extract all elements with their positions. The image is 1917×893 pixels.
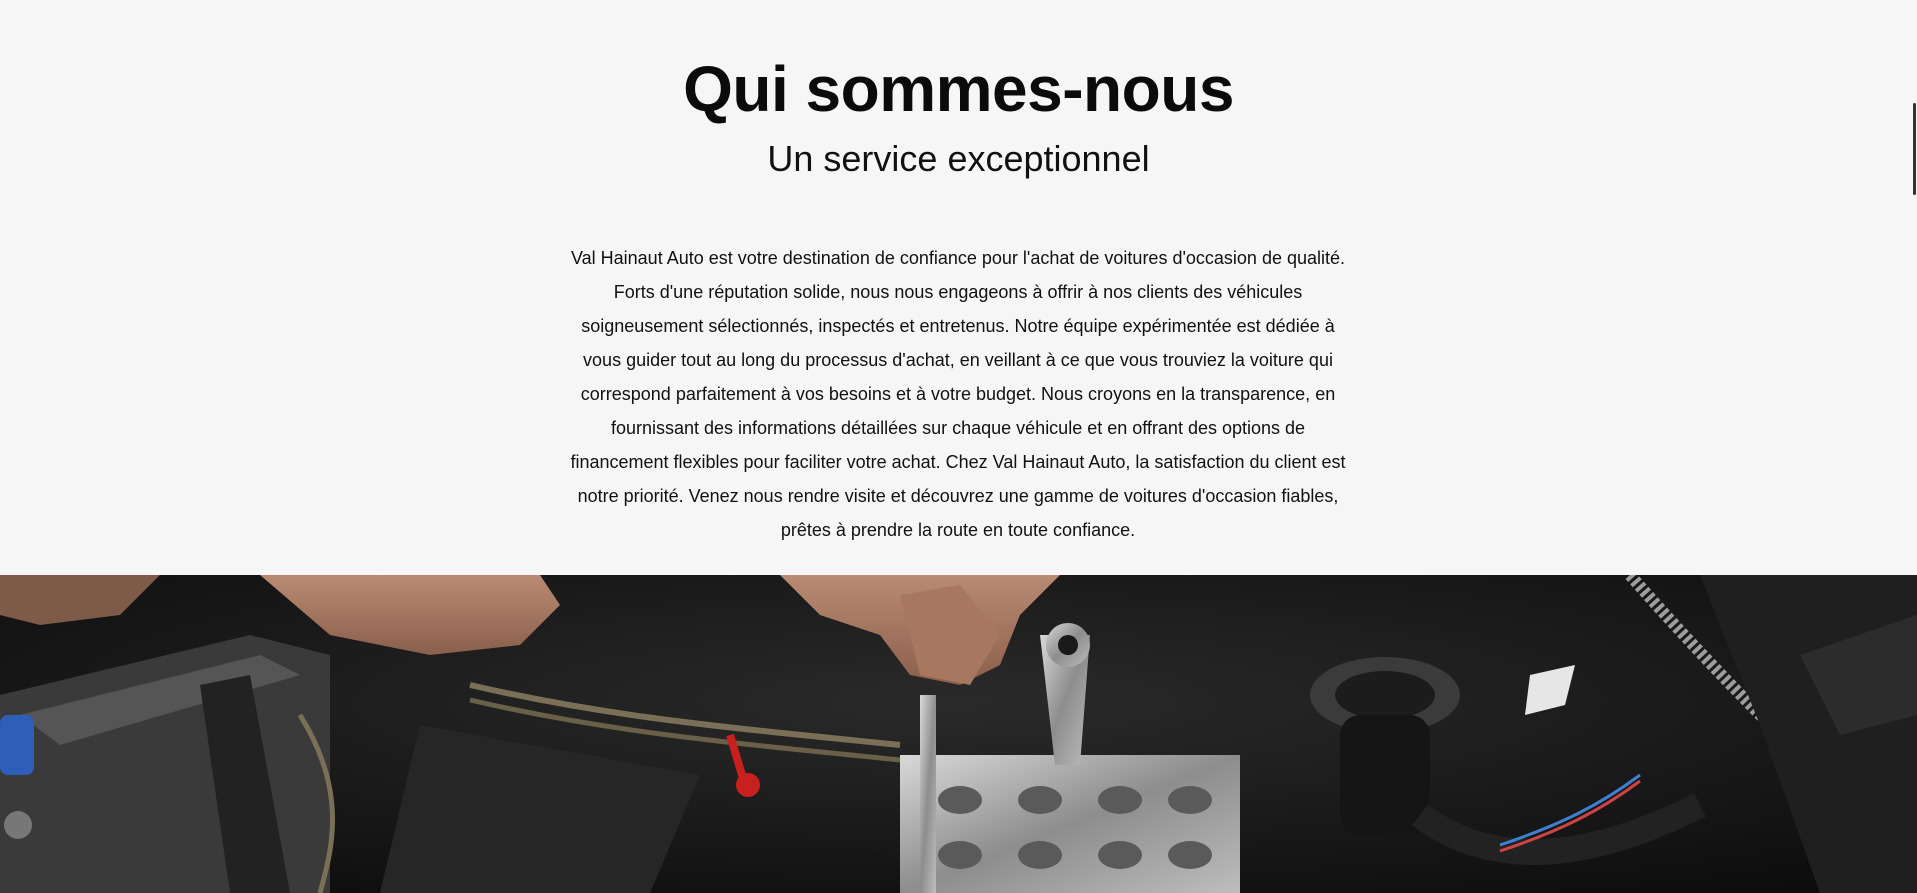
page-scrollbar[interactable] [1911, 0, 1917, 893]
section-subtitle: Un service exceptionnel [767, 138, 1150, 179]
scrollbar-thumb[interactable] [1913, 103, 1916, 195]
engine-repair-image [0, 575, 1917, 893]
about-description: Val Hainaut Auto est votre destination d… [570, 248, 1346, 540]
section-title: Qui sommes-nous [683, 53, 1234, 125]
engine-bay-illustration [0, 575, 1917, 893]
about-section: Qui sommes-nous Un service exceptionnel … [0, 0, 1917, 575]
